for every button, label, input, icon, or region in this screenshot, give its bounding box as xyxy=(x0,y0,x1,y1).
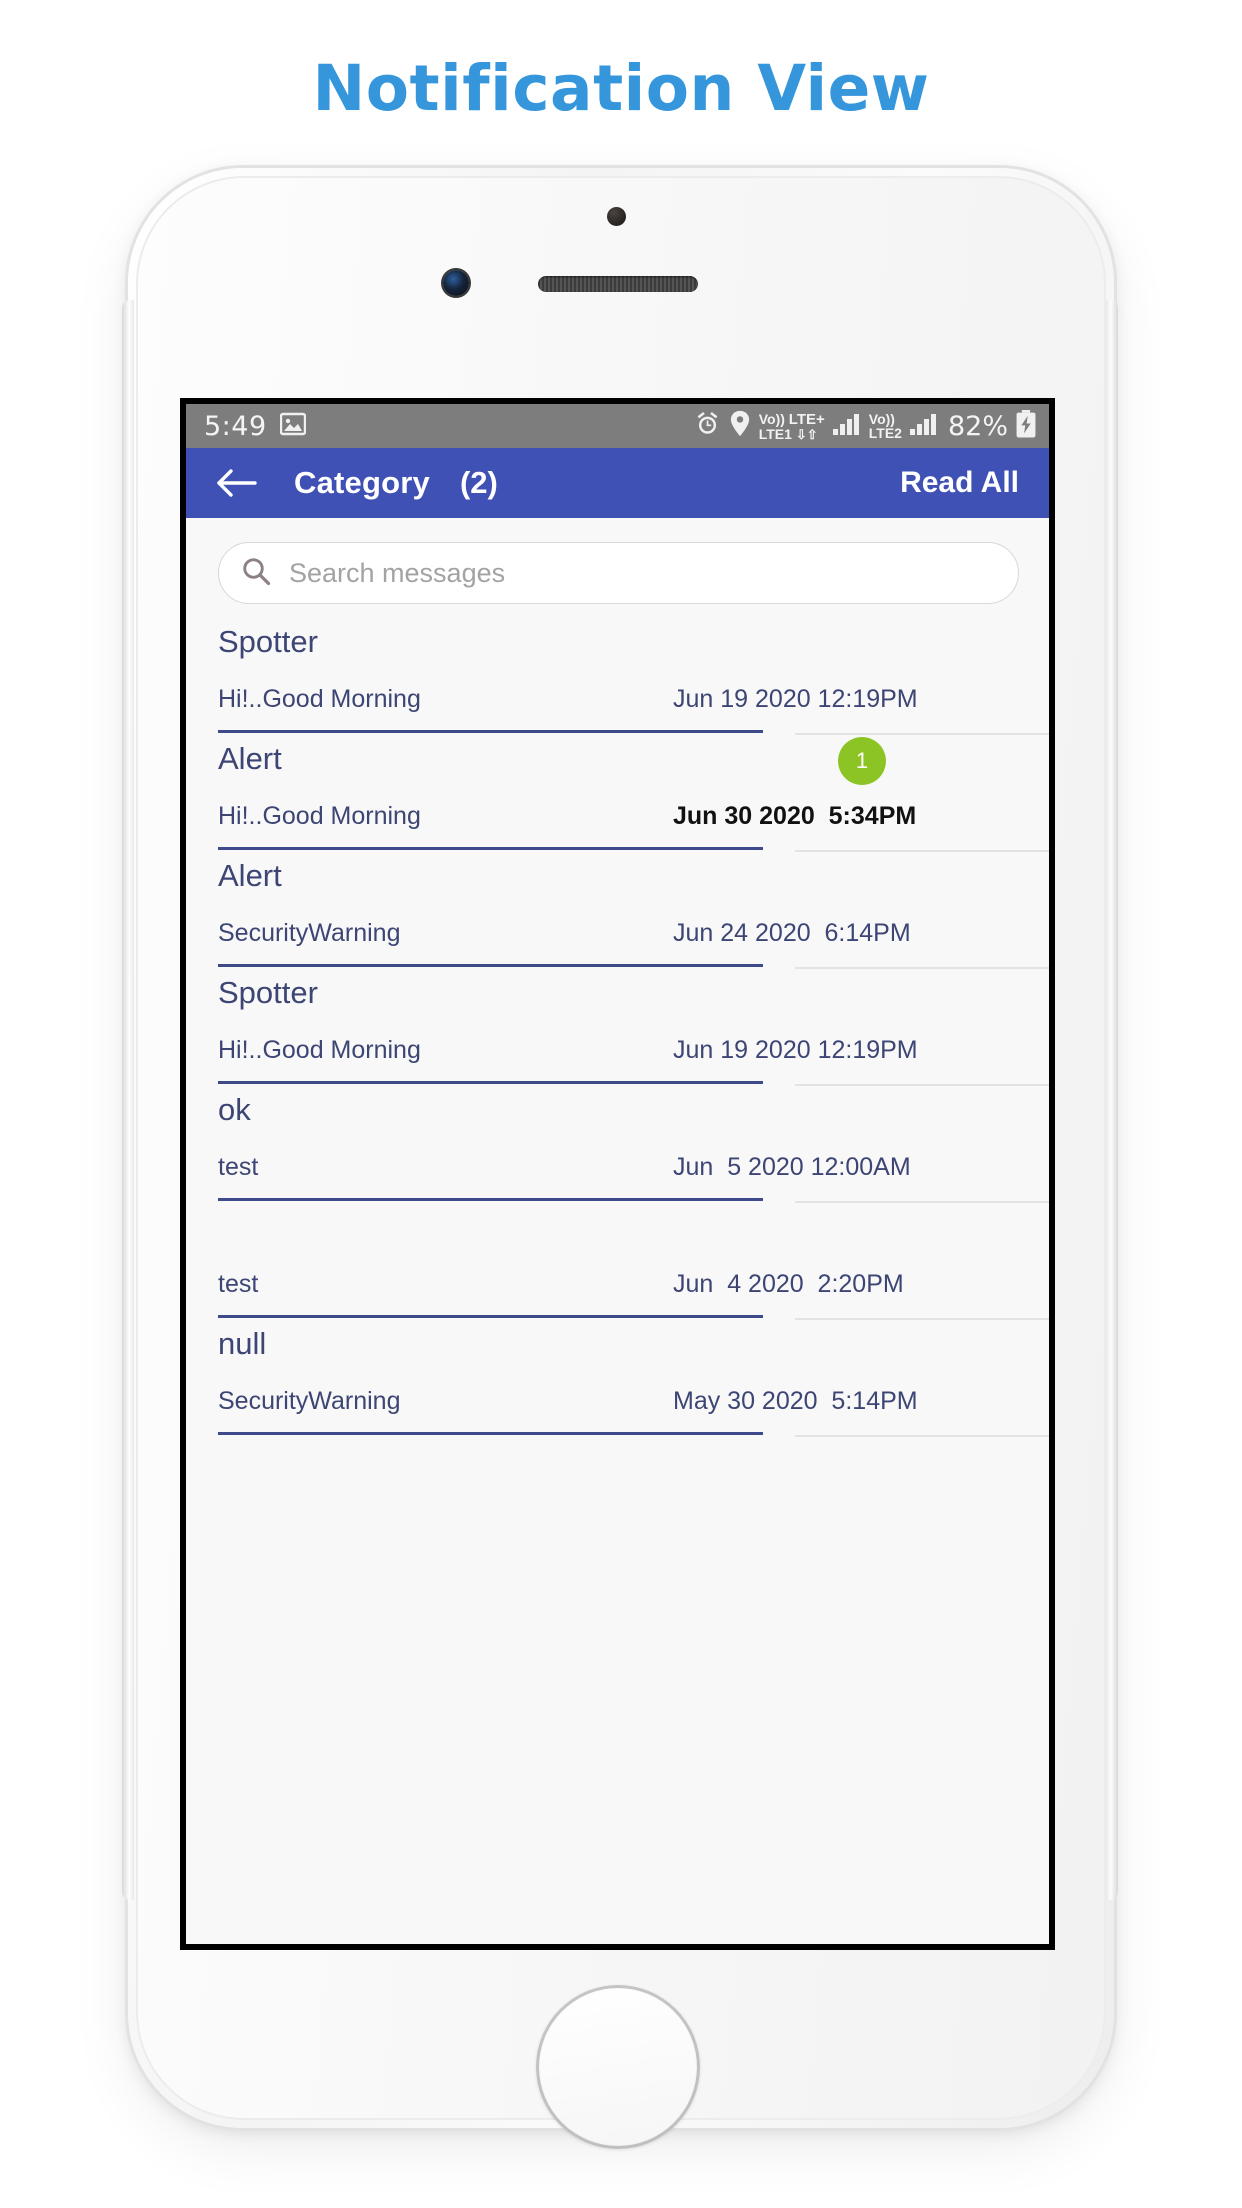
volte-signal-1: Vo)) LTE+ LTE1 ⇩⇧ xyxy=(758,410,825,442)
message-subtitle: test xyxy=(218,1152,259,1181)
message-timestamp: May 30 2020 5:14PM xyxy=(673,1386,918,1415)
message-title-row: Spotter xyxy=(218,967,1049,1019)
search-box[interactable] xyxy=(218,542,1019,604)
message-title-row: Alert xyxy=(218,850,1049,902)
list-divider-accent xyxy=(218,1432,763,1435)
phone-screen: 5:49 Vo)) LTE+ LTE1 ⇩⇧ Vo)) LTE2 82% Cat… xyxy=(186,404,1049,1944)
signal-bars-2 xyxy=(909,412,939,441)
message-list-item[interactable]: test Jun 4 2020 2:20PM xyxy=(186,1201,1049,1320)
message-subtitle: SecurityWarning xyxy=(218,1386,401,1415)
message-title: Alert xyxy=(218,858,282,893)
message-list-item[interactable]: Alert SecurityWarning Jun 24 2020 6:14PM xyxy=(186,850,1049,969)
message-subtitle: Hi!..Good Morning xyxy=(218,684,421,713)
message-timestamp: Jun 4 2020 2:20PM xyxy=(673,1269,904,1298)
signal-bars-1 xyxy=(832,412,862,441)
list-divider xyxy=(218,1432,1049,1437)
search-input[interactable] xyxy=(287,556,996,590)
front-camera-icon xyxy=(443,270,469,296)
message-title: Spotter xyxy=(218,975,318,1010)
message-list-item[interactable]: ok test Jun 5 2020 12:00AM xyxy=(186,1084,1049,1203)
earpiece-speaker-icon xyxy=(538,276,698,292)
message-timestamp: Jun 19 2020 12:19PM xyxy=(673,1035,918,1064)
message-list-item[interactable]: Spotter Hi!..Good Morning Jun 19 2020 12:1… xyxy=(186,616,1049,735)
message-title: ok xyxy=(218,1092,251,1127)
message-title: Spotter xyxy=(218,624,318,659)
page-heading: Category xyxy=(294,465,430,500)
screen-bezel: 5:49 Vo)) LTE+ LTE1 ⇩⇧ Vo)) LTE2 82% Cat… xyxy=(180,398,1055,1950)
message-title-row xyxy=(218,1201,1049,1253)
message-title-row: Alert 1 xyxy=(218,733,1049,785)
message-detail-row: SecurityWarning May 30 2020 5:14PM xyxy=(218,1370,1049,1432)
status-bar-left: 5:49 xyxy=(204,411,306,442)
category-count: (2) xyxy=(459,465,498,500)
message-subtitle: Hi!..Good Morning xyxy=(218,801,421,830)
message-list: Spotter Hi!..Good Morning Jun 19 2020 12:1… xyxy=(186,616,1049,1437)
back-arrow-icon[interactable] xyxy=(214,460,260,506)
search-container xyxy=(186,518,1049,604)
screen-body: Spotter Hi!..Good Morning Jun 19 2020 12:1… xyxy=(186,518,1049,1944)
message-list-item[interactable]: Alert 1 Hi!..Good Morning Jun 30 2020 5:34P… xyxy=(186,733,1049,852)
message-subtitle: test xyxy=(218,1269,259,1298)
list-divider-tail xyxy=(795,1435,1049,1437)
status-bar: 5:49 Vo)) LTE+ LTE1 ⇩⇧ Vo)) LTE2 82% xyxy=(186,404,1049,448)
phone-edge-right xyxy=(1106,300,1118,1900)
message-detail-row: Hi!..Good Morning Jun 19 2020 12:19PM xyxy=(218,1019,1049,1081)
message-title: Alert xyxy=(218,741,282,776)
app-bar: Category (2) Read All xyxy=(186,448,1049,518)
message-title-row: ok xyxy=(218,1084,1049,1136)
message-detail-row: Hi!..Good Morning Jun 19 2020 12:19PM xyxy=(218,668,1049,730)
message-list-item[interactable]: Spotter Hi!..Good Morning Jun 19 2020 12:1… xyxy=(186,967,1049,1086)
message-detail-row: test Jun 4 2020 2:20PM xyxy=(218,1253,1049,1315)
read-all-button[interactable]: Read All xyxy=(900,466,1019,500)
message-timestamp: Jun 30 2020 5:34PM xyxy=(673,801,917,830)
volte-signal-2: Vo)) LTE2 xyxy=(868,411,902,441)
phone-edge-left xyxy=(122,300,134,1900)
status-bar-right: Vo)) LTE+ LTE1 ⇩⇧ Vo)) LTE2 82% xyxy=(694,409,1037,443)
message-timestamp: Jun 24 2020 6:14PM xyxy=(673,918,911,947)
message-title: null xyxy=(218,1326,267,1361)
location-pin-icon xyxy=(728,410,752,442)
page-title: Notification View xyxy=(312,52,930,125)
home-button[interactable] xyxy=(536,1985,700,2149)
message-detail-row: Hi!..Good Morning Jun 30 2020 5:34PM xyxy=(218,785,1049,847)
message-subtitle: Hi!..Good Morning xyxy=(218,1035,421,1064)
image-icon xyxy=(279,412,306,441)
unread-badge: 1 xyxy=(838,737,886,785)
message-detail-row: SecurityWarning Jun 24 2020 6:14PM xyxy=(218,902,1049,964)
alarm-icon xyxy=(694,410,721,442)
message-title-row: Spotter xyxy=(218,616,1049,668)
message-title-row: null xyxy=(218,1318,1049,1370)
message-timestamp: Jun 5 2020 12:00AM xyxy=(673,1152,911,1181)
message-detail-row: test Jun 5 2020 12:00AM xyxy=(218,1136,1049,1198)
message-timestamp: Jun 19 2020 12:19PM xyxy=(673,684,918,713)
message-list-item[interactable]: null SecurityWarning May 30 2020 5:14PM xyxy=(186,1318,1049,1437)
search-icon xyxy=(241,556,271,591)
status-time: 5:49 xyxy=(204,410,267,442)
message-subtitle: SecurityWarning xyxy=(218,918,401,947)
battery-charging-icon xyxy=(1015,409,1037,443)
battery-percent: 82% xyxy=(947,410,1008,442)
proximity-sensor-icon xyxy=(607,207,626,226)
